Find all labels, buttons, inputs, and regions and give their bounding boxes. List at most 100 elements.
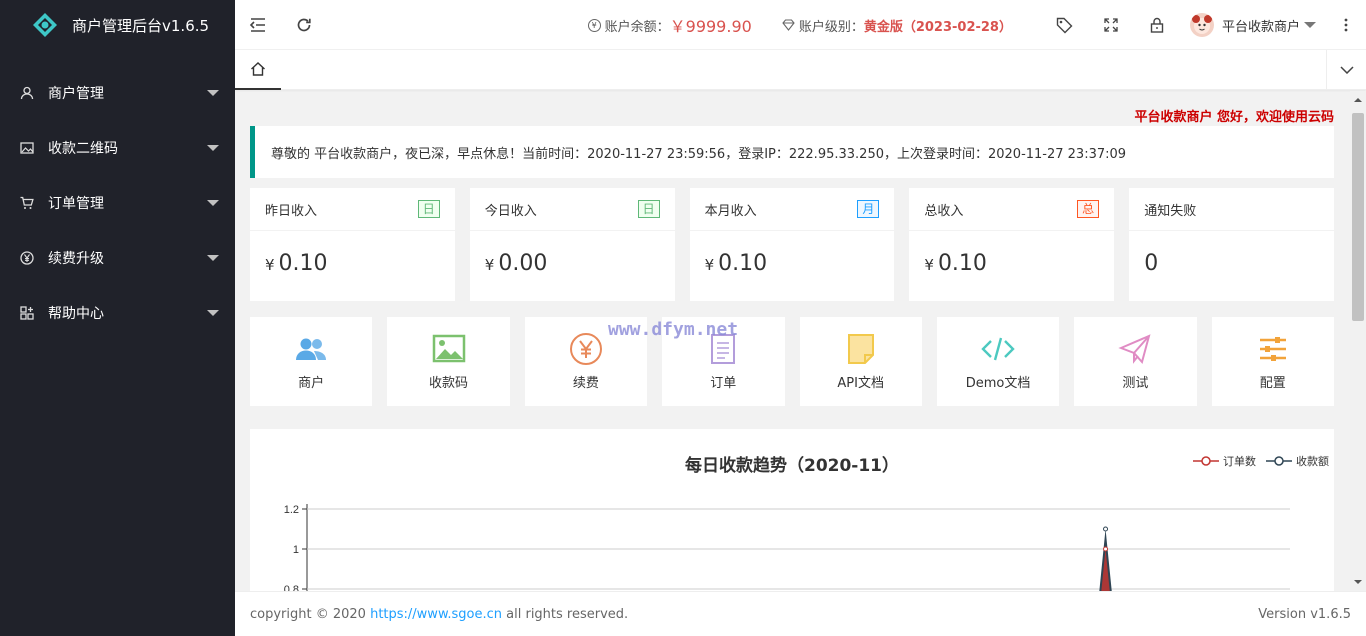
stat-title: 通知失败: [1144, 203, 1197, 219]
home-icon: [251, 62, 265, 76]
sidebar-item-renew[interactable]: 续费升级: [0, 230, 235, 285]
more-vertical-icon: [1344, 18, 1348, 32]
shortcut-merchant[interactable]: 商户: [250, 317, 373, 406]
scroll-down-icon: [1354, 580, 1362, 584]
stat-title: 本月收入: [704, 203, 757, 219]
lock-icon: [1150, 17, 1164, 33]
level-value: 黄金版（2023-02-28）: [863, 19, 1012, 35]
watermark: www.dfym.net: [608, 319, 739, 340]
shortcut-row: 商户 收款码 续费 订单 API文档 Demo文档 测试 配置: [250, 317, 1334, 406]
sidebar-item-label: 帮助中心: [48, 305, 104, 322]
lock-screen-button[interactable]: [1134, 0, 1180, 50]
data-point-amount: [1103, 526, 1109, 532]
currency-symbol: ¥: [484, 256, 495, 274]
logo[interactable]: 商户管理后台v1.6.5: [0, 0, 235, 50]
shortcut-qrcode[interactable]: 收款码: [387, 317, 510, 406]
caret-down-icon: [207, 144, 219, 151]
sidebar-item-label: 订单管理: [48, 195, 104, 212]
tag-icon: [1057, 17, 1073, 33]
fullscreen-icon: [1104, 18, 1118, 32]
shortcut-label: 续费: [572, 376, 599, 391]
page-scrollbar[interactable]: [1350, 91, 1366, 591]
balance-label: 账户余额：: [604, 19, 670, 35]
menu-fold-icon: [249, 17, 265, 32]
stat-card: 昨日收入 日 ¥0.10: [250, 188, 455, 301]
logo-icon: [33, 13, 57, 37]
collapse-sidebar-button[interactable]: [235, 0, 281, 50]
series-area-orders: [1101, 549, 1110, 591]
more-button[interactable]: [1326, 0, 1366, 50]
shortcut-label: 收款码: [429, 376, 469, 391]
sidebar-item-merchant[interactable]: 商户管理: [0, 65, 235, 120]
main-content: 平台收款商户 您好，欢迎使用云码 尊敬的 平台收款商户，夜已深，早点休息！当前时…: [250, 91, 1334, 591]
tab-home[interactable]: [235, 50, 281, 90]
sidebar-item-help[interactable]: 帮助中心: [0, 285, 235, 340]
shortcut-label: 测试: [1122, 376, 1149, 391]
shortcut-api-docs[interactable]: API文档: [799, 317, 922, 406]
image-icon: [20, 141, 34, 154]
username: 平台收款商户: [1221, 19, 1300, 35]
sidebar-item-label: 收款二维码: [48, 140, 118, 157]
data-point-orders: [1103, 546, 1109, 552]
header-right: ¥ 账户余额： ￥9999.90 账户级别： 黄金版（2023-02-28） 平…: [587, 0, 1366, 50]
shortcut-test[interactable]: 测试: [1074, 317, 1197, 406]
y-tick-label: 0.8: [284, 584, 299, 591]
shortcut-label: Demo文档: [965, 376, 1031, 391]
user-menu[interactable]: 平台收款商户: [1180, 13, 1326, 37]
shortcut-settings[interactable]: 配置: [1211, 317, 1334, 406]
users-icon: [296, 338, 327, 360]
chart-plot: 1.2 1 0.8: [284, 504, 1290, 591]
sidebar-item-qrcode[interactable]: 收款二维码: [0, 120, 235, 175]
shortcut-label: API文档: [837, 376, 884, 391]
shortcut-demo-docs[interactable]: Demo文档: [936, 317, 1060, 406]
yen-icon: ¥: [587, 18, 601, 32]
shortcut-label: 商户: [298, 376, 325, 391]
scrollbar-thumb[interactable]: [1352, 113, 1364, 321]
shortcut-label: 配置: [1259, 376, 1286, 391]
refresh-button[interactable]: [281, 0, 327, 50]
sidebar-item-orders[interactable]: 订单管理: [0, 175, 235, 230]
y-tick-label: 1.2: [284, 504, 299, 516]
account-level: 账户级别： 黄金版（2023-02-28）: [782, 16, 1012, 35]
stat-badge: 月: [857, 200, 880, 218]
sidebar-item-label: 续费升级: [48, 250, 104, 267]
top-header: ¥ 账户余额： ￥9999.90 账户级别： 黄金版（2023-02-28） 平…: [235, 0, 1366, 50]
copyright-prefix: copyright © 2020: [250, 606, 371, 622]
paper-plane-icon: [1118, 334, 1151, 365]
daily-trend-chart: 每日收款趋势（2020-11） 订单数 收款额 1.2 1 0.8: [250, 429, 1334, 591]
refresh-icon: [297, 18, 311, 31]
stat-value: 0: [1144, 251, 1159, 276]
stat-card: 通知失败 0: [1129, 188, 1334, 301]
fullscreen-button[interactable]: [1088, 0, 1134, 50]
stat-title: 今日收入: [484, 203, 537, 219]
stats-row: 昨日收入日 ¥0.10 今日收入日 ¥0.00 本月收入月 ¥0.10 总收入总…: [250, 188, 1334, 301]
footer-link[interactable]: https://www.sgoe.cn: [370, 607, 502, 622]
app-title: 商户管理后台v1.6.5: [72, 16, 210, 35]
stat-badge: 日: [417, 200, 440, 218]
copyright: copyright © 2020 https://www.sgoe.cn all…: [250, 607, 628, 622]
stat-card: 今日收入 日 ¥0.00: [469, 188, 675, 301]
footer: copyright © 2020 https://www.sgoe.cn all…: [235, 591, 1366, 636]
sliders-icon: [1259, 337, 1286, 361]
yen-icon: [20, 250, 34, 265]
welcome-marquee: 平台收款商户 您好，欢迎使用云码: [1134, 110, 1334, 125]
diamond-icon: [782, 19, 795, 31]
tabs-dropdown-button[interactable]: [1326, 50, 1366, 90]
currency-symbol: ¥: [924, 256, 934, 274]
page-tabs: [235, 50, 1366, 90]
scroll-up-icon: [1354, 98, 1362, 102]
level-label: 账户级别：: [798, 19, 864, 35]
stat-value: 0.10: [278, 251, 328, 276]
stat-card: 本月收入 月 ¥0.10: [689, 188, 895, 301]
sidebar-menu: 商户管理 收款二维码 订单管理 续费升级 帮助中心: [0, 65, 235, 340]
currency-symbol: ¥: [265, 256, 275, 274]
stat-title: 昨日收入: [265, 203, 318, 219]
user-icon: [20, 86, 34, 99]
caret-down-icon: [207, 199, 219, 206]
stat-badge: 总: [1077, 200, 1100, 218]
tag-button[interactable]: [1042, 0, 1088, 50]
apps-icon: [20, 305, 34, 320]
caret-down-icon: [207, 254, 219, 261]
welcome-notice: 尊敬的 平台收款商户，夜已深，早点休息！当前时间：2020-11-27 23:5…: [250, 126, 1334, 178]
chevron-down-icon: [1339, 66, 1354, 74]
